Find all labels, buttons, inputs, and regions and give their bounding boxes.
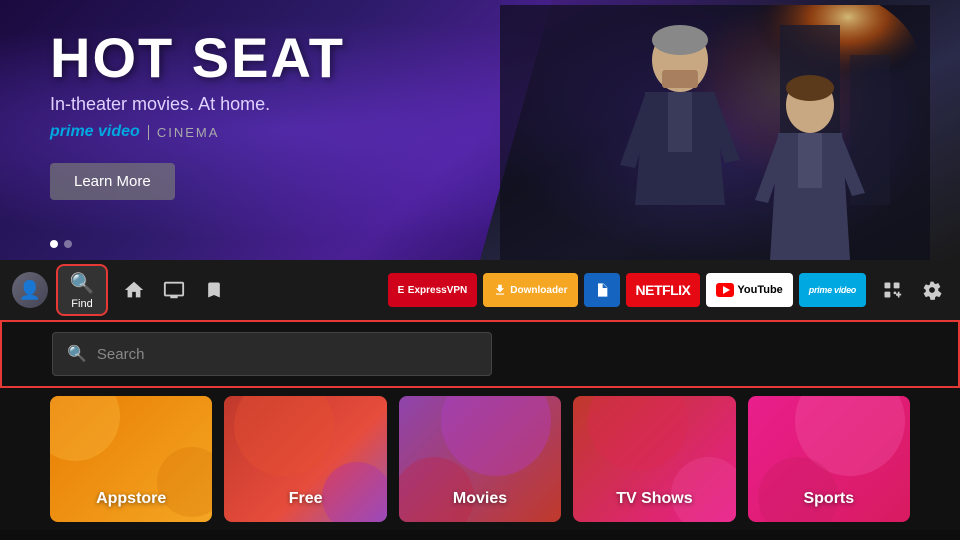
netflix-app[interactable]: NETFLIX	[626, 273, 701, 307]
free-label: Free	[289, 490, 323, 508]
search-section: 🔍 Search	[0, 320, 960, 388]
app-shortcuts: E ExpressVPN Downloader NETFLIX YouTub	[388, 273, 866, 307]
search-icon-inner: 🔍	[67, 344, 87, 364]
tvshows-tile[interactable]: TV Shows	[573, 396, 735, 522]
bookmark-button[interactable]	[196, 272, 232, 308]
hero-image	[480, 0, 960, 260]
learn-more-button[interactable]: Learn More	[50, 163, 175, 200]
sports-label: Sports	[803, 490, 854, 508]
movies-tile[interactable]: Movies	[399, 396, 561, 522]
expressvpn-app[interactable]: E ExpressVPN	[388, 273, 478, 307]
movies-label: Movies	[453, 490, 507, 508]
hero-brand: prime video CINEMA	[50, 123, 345, 141]
filelinked-app[interactable]	[584, 273, 620, 307]
prime-video-logo: prime video	[50, 123, 140, 141]
sports-tile[interactable]: Sports	[748, 396, 910, 522]
hero-subtitle: In-theater movies. At home.	[50, 94, 345, 115]
hero-banner: HOT SEAT In-theater movies. At home. pri…	[0, 0, 960, 260]
hero-content: HOT SEAT In-theater movies. At home. pri…	[50, 30, 345, 200]
user-avatar[interactable]: 👤	[12, 272, 48, 308]
hero-title: HOT SEAT	[50, 30, 345, 86]
categories-section: Appstore Free Movies TV Shows Sports	[0, 388, 960, 530]
find-button[interactable]: 🔍 Find	[56, 264, 108, 316]
netflix-label: NETFLIX	[636, 282, 691, 298]
youtube-app[interactable]: YouTube	[706, 273, 792, 307]
search-icon: 🔍	[70, 271, 95, 296]
tvshows-label: TV Shows	[616, 490, 692, 508]
downloader-label: Downloader	[510, 285, 567, 296]
cinema-label: CINEMA	[148, 125, 220, 140]
apps-grid-button[interactable]	[876, 274, 908, 306]
youtube-play-icon	[716, 283, 734, 297]
primevideo-label: prime video	[809, 285, 856, 295]
nav-end-icons	[876, 274, 948, 306]
settings-button[interactable]	[916, 274, 948, 306]
home-button[interactable]	[116, 272, 152, 308]
dot-2[interactable]	[64, 240, 72, 248]
downloader-icon	[493, 283, 507, 297]
tv-button[interactable]	[156, 272, 192, 308]
search-placeholder-text: Search	[97, 346, 145, 363]
filelinked-icon	[594, 282, 610, 298]
appstore-tile[interactable]: Appstore	[50, 396, 212, 522]
find-label: Find	[71, 298, 92, 310]
appstore-label: Appstore	[96, 490, 166, 508]
dot-1[interactable]	[50, 240, 58, 248]
youtube-label: YouTube	[737, 284, 782, 296]
downloader-app[interactable]: Downloader	[483, 273, 577, 307]
hero-characters	[500, 5, 930, 260]
navbar: 👤 🔍 Find E ExpressVPN Downloader	[0, 260, 960, 320]
expressvpn-label: E	[398, 285, 404, 296]
hero-dots	[50, 240, 72, 248]
search-bar[interactable]: 🔍 Search	[52, 332, 492, 376]
primevideo-app[interactable]: prime video	[799, 273, 866, 307]
free-tile[interactable]: Free	[224, 396, 386, 522]
